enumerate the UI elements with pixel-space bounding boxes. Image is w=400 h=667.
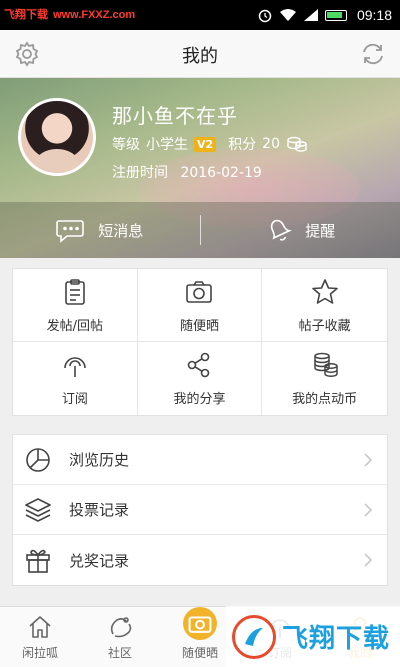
list-item-label: 浏览历史 <box>69 451 130 469</box>
messages-button[interactable]: 短消息 <box>0 202 200 258</box>
register-info: 注册时间 2016-02-19 <box>112 162 262 182</box>
grid-item-label: 随便晒 <box>179 318 219 334</box>
profile-actions: 短消息 提醒 <box>0 202 400 258</box>
tab-label: 闲拉呱 <box>21 646 58 660</box>
feature-grid: 发帖/回帖 随便晒 帖子收藏 订阅 我的分享 我的点动币 <box>12 268 388 416</box>
title-bar: 我的 <box>0 30 400 78</box>
community-icon <box>110 617 132 638</box>
watermark-brand: 飞翔下载 <box>282 623 391 653</box>
list-item-prizes[interactable]: 兑奖记录 <box>13 535 387 585</box>
grid-item-label: 帖子收藏 <box>298 318 351 334</box>
level-badge: V2 <box>194 136 217 152</box>
tab-chat[interactable]: 闲拉呱 <box>0 607 80 667</box>
register-date: 2016-02-19 <box>180 165 262 181</box>
gift-icon <box>26 549 50 573</box>
points-value: 20 <box>262 136 280 152</box>
message-icon <box>56 220 85 243</box>
reminders-button[interactable]: 提醒 <box>201 202 400 258</box>
list-item-label: 投票记录 <box>69 501 130 519</box>
level-label: 等级 <box>112 137 140 153</box>
alarm-icon <box>258 9 272 23</box>
status-icons: 09:18 <box>257 0 392 30</box>
tab-label: 社区 <box>107 646 132 660</box>
refresh-icon[interactable] <box>360 41 386 67</box>
grid-item-posts[interactable]: 发帖/回帖 <box>13 269 138 342</box>
clipboard-icon <box>65 278 85 305</box>
watermark: 飞翔下载 www.FXXZ.com <box>4 6 135 22</box>
tab-community[interactable]: 社区 <box>80 607 160 667</box>
points-label: 积分 <box>228 137 257 153</box>
grid-item-favorites[interactable]: 帖子收藏 <box>262 269 387 342</box>
pie-chart-icon <box>26 447 50 472</box>
share-icon <box>188 352 210 378</box>
battery-icon <box>324 9 347 21</box>
watermark-url: www.FXXZ.com <box>53 9 136 21</box>
page-title: 我的 <box>182 46 218 67</box>
level-value: 小学生 <box>146 137 188 153</box>
list-item-history[interactable]: 浏览历史 <box>13 435 387 485</box>
chevron-right-icon <box>364 503 373 517</box>
coins-icon <box>287 136 307 152</box>
username: 那小鱼不在乎 <box>112 104 238 128</box>
status-bar: 飞翔下载 www.FXXZ.com 09:18 <box>0 0 400 30</box>
watermark-text: 飞翔下载 <box>4 9 48 21</box>
grid-item-coins[interactable]: 我的点动币 <box>262 342 387 415</box>
register-label: 注册时间 <box>112 165 168 181</box>
list-item-votes[interactable]: 投票记录 <box>13 485 387 535</box>
grid-item-subscribe[interactable]: 订阅 <box>13 342 138 415</box>
camera-icon <box>188 615 212 633</box>
record-list: 浏览历史 投票记录 兑奖记录 <box>12 434 388 586</box>
home-icon <box>29 616 51 638</box>
chevron-right-icon <box>364 453 373 467</box>
profile-banner: 那小鱼不在乎 等级 小学生 V2 积分 20 注册时间 2016-02-19 短… <box>0 78 400 258</box>
tab-label: 随便晒 <box>181 646 218 660</box>
star-icon <box>311 278 338 304</box>
watermark-logo-icon <box>232 614 276 659</box>
chevron-right-icon <box>364 553 373 567</box>
avatar[interactable] <box>18 98 96 176</box>
bottom-watermark: 飞翔下载 <box>226 606 400 667</box>
subscribe-icon <box>64 357 86 377</box>
reminders-label: 提醒 <box>305 221 336 240</box>
user-stats: 等级 小学生 V2 积分 20 <box>112 134 308 154</box>
wifi-icon <box>279 9 296 21</box>
camera-button <box>183 607 217 640</box>
grid-item-label: 我的点动币 <box>292 392 358 407</box>
grid-item-label: 订阅 <box>61 392 88 407</box>
coins-icon <box>313 352 338 377</box>
grid-item-share[interactable]: 我的分享 <box>138 342 263 415</box>
grid-item-label: 我的分享 <box>173 392 226 407</box>
messages-label: 短消息 <box>98 221 144 240</box>
list-item-label: 兑奖记录 <box>69 551 130 570</box>
clock: 09:18 <box>356 7 392 23</box>
signal-icon <box>303 9 318 21</box>
camera-icon <box>186 280 213 303</box>
bell-icon <box>271 219 293 241</box>
layers-icon <box>25 497 51 522</box>
grid-item-photo[interactable]: 随便晒 <box>137 269 263 342</box>
grid-item-label: 发帖/回帖 <box>46 318 104 334</box>
